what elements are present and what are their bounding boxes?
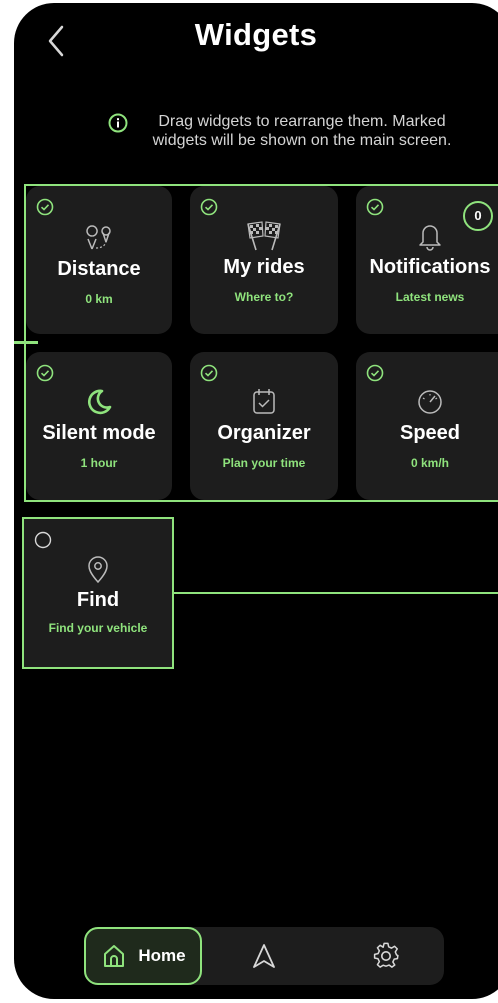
widget-name: Speed bbox=[399, 422, 461, 444]
nav-home-label: Home bbox=[138, 946, 186, 965]
widget-name: My rides bbox=[223, 256, 305, 278]
calendar-check-icon bbox=[190, 386, 338, 418]
widget-speed[interactable]: Speed 0 km/h bbox=[356, 352, 498, 500]
widget-name: Notifications bbox=[369, 256, 491, 278]
widget-subtitle: Find your vehicle bbox=[48, 621, 148, 635]
info-message: Drag widgets to rearrange them. Marked w… bbox=[104, 112, 464, 150]
widget-my-rides[interactable]: My rides Where to? bbox=[190, 186, 338, 334]
navigate-arrow-icon bbox=[253, 944, 275, 968]
home-icon bbox=[104, 945, 125, 967]
bottom-nav: Home bbox=[84, 927, 444, 985]
widget-distance[interactable]: Distance 0 km bbox=[26, 186, 172, 334]
route-pin-icon bbox=[26, 220, 172, 254]
widget-subtitle: 1 hour bbox=[80, 456, 118, 470]
check-circle-icon[interactable] bbox=[36, 198, 54, 216]
location-pin-icon bbox=[24, 555, 172, 585]
check-circle-icon[interactable] bbox=[366, 364, 384, 382]
widget-subtitle: Plan your time bbox=[222, 456, 306, 470]
unchecked-circle-icon[interactable] bbox=[34, 531, 52, 549]
widget-name: Silent mode bbox=[42, 422, 156, 444]
widget-name: Find bbox=[76, 589, 120, 611]
check-circle-icon[interactable] bbox=[36, 364, 54, 382]
check-circle-icon[interactable] bbox=[366, 198, 384, 216]
widget-find[interactable]: Find Find your vehicle bbox=[22, 517, 174, 669]
phone-screen: Widgets Drag widgets to rearrange them. … bbox=[14, 3, 498, 999]
page-title: Widgets bbox=[194, 17, 318, 52]
speedometer-icon bbox=[352, 386, 498, 418]
widget-subtitle: 0 km/h bbox=[410, 456, 449, 470]
check-circle-icon[interactable] bbox=[200, 198, 218, 216]
widget-subtitle: Where to? bbox=[234, 290, 294, 304]
widget-name: Organizer bbox=[217, 422, 311, 444]
drag-connector-right bbox=[174, 592, 498, 594]
widget-notifications[interactable]: 0 Notifications Latest news bbox=[356, 186, 498, 334]
moon-icon bbox=[26, 386, 172, 418]
nav-navigate-button[interactable] bbox=[234, 927, 294, 985]
nav-settings-button[interactable] bbox=[356, 927, 416, 985]
widget-subtitle: 0 km bbox=[85, 292, 113, 306]
settings-gear-icon bbox=[373, 942, 399, 968]
checkered-flags-icon bbox=[190, 220, 338, 252]
widget-silent-mode[interactable]: Silent mode 1 hour bbox=[26, 352, 172, 500]
widget-subtitle: Latest news bbox=[395, 290, 465, 304]
widget-organizer[interactable]: Organizer Plan your time bbox=[190, 352, 338, 500]
header: Widgets bbox=[14, 3, 498, 83]
check-circle-icon[interactable] bbox=[200, 364, 218, 382]
bell-icon bbox=[352, 220, 498, 252]
info-text: Drag widgets to rearrange them. Marked w… bbox=[152, 113, 452, 149]
widget-name: Distance bbox=[57, 258, 141, 280]
nav-home-button[interactable]: Home bbox=[84, 927, 202, 985]
